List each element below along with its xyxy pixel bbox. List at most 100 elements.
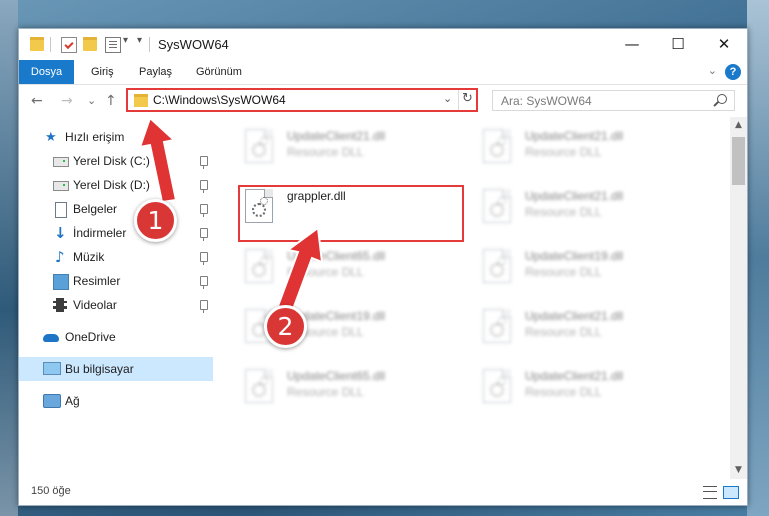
properties-check-icon[interactable] <box>61 37 77 53</box>
file-tile[interactable]: UpdateClient21.dll Resource DLL <box>469 365 659 409</box>
dll-file-icon <box>245 249 273 283</box>
title-bar: ▾ ▾ SysWOW64 — ☐ ✕ <box>19 29 747 60</box>
file-tile[interactable]: UpdateClient65.dll Resource DLL <box>231 245 421 289</box>
help-icon[interactable]: ? <box>725 64 741 80</box>
file-tile[interactable]: UpdateClient19.dll Resource DLL <box>469 245 659 289</box>
tab-dosya[interactable]: Dosya <box>19 60 74 84</box>
file-tile[interactable]: UpdateClient21.dll Resource DLL <box>469 185 659 229</box>
callout-badge-1: 1 <box>134 199 177 242</box>
search-box[interactable]: Ara: SysWOW64 <box>492 90 735 111</box>
file-name: UpdateClient21.dll <box>525 189 624 203</box>
navigation-bar: ← → ⌄ ↑ C:\Windows\SysWOW64 ⌄ ↻ Ara: Sys… <box>19 85 747 117</box>
pin-icon[interactable] <box>200 180 208 193</box>
sidebar-item-label: İndirmeler <box>73 226 127 240</box>
pin-icon[interactable] <box>200 300 208 313</box>
file-name: UpdateClient65.dll <box>287 249 386 263</box>
pin-icon[interactable] <box>200 276 208 289</box>
file-tile[interactable]: UpdateClient21.dll Resource DLL <box>231 125 421 169</box>
sidebar-item-label: Ağ <box>65 394 80 408</box>
documents-icon <box>55 202 67 218</box>
item-count: 150 öğe <box>31 485 71 497</box>
sidebar-item-label: Bu bilgisayar <box>65 362 134 376</box>
file-type: Resource DLL <box>287 145 364 159</box>
sidebar-item-pictures[interactable]: Resimler <box>19 269 213 293</box>
network-icon <box>43 394 61 408</box>
sidebar-item-local-disk-d[interactable]: Yerel Disk (D:) <box>19 173 213 197</box>
pin-icon[interactable] <box>200 228 208 241</box>
downloads-icon: ↓ <box>54 224 67 242</box>
title-separator <box>149 37 150 52</box>
sidebar-item-this-pc[interactable]: Bu bilgisayar <box>19 357 213 381</box>
new-folder-icon[interactable] <box>83 37 97 51</box>
search-placeholder[interactable]: Ara: SysWOW64 <box>501 94 592 108</box>
sidebar-item-onedrive[interactable]: OneDrive <box>19 325 213 349</box>
file-tile[interactable]: UpdateClient19.dll Resource DLL <box>231 305 421 349</box>
desktop-background-left <box>0 0 18 516</box>
file-type: Resource DLL <box>525 145 602 159</box>
sidebar-item-documents[interactable]: Belgeler <box>19 197 213 221</box>
address-dropdown-icon[interactable]: ⌄ <box>443 92 452 105</box>
dll-file-icon <box>483 369 511 403</box>
file-list: UpdateClient21.dll Resource DLL UpdateCl… <box>231 117 729 473</box>
tab-paylas[interactable]: Paylaş <box>139 60 172 84</box>
rename-icon[interactable] <box>105 37 121 53</box>
dll-file-icon <box>483 129 511 163</box>
search-icon[interactable] <box>717 94 727 104</box>
sidebar-item-videos[interactable]: Videolar <box>19 293 213 317</box>
scroll-down-icon[interactable]: ▼ <box>730 462 747 479</box>
maximize-button[interactable]: ☐ <box>655 29 701 59</box>
tiles-view-icon[interactable] <box>723 486 739 499</box>
close-button[interactable]: ✕ <box>701 29 747 59</box>
sidebar-item-network[interactable]: Ağ <box>19 389 213 413</box>
sidebar-item-local-disk-c[interactable]: Yerel Disk (C:) <box>19 149 213 173</box>
sidebar-item-music[interactable]: ♪ Müzik <box>19 245 213 269</box>
desktop-background-right <box>747 0 769 516</box>
file-tile[interactable]: UpdateClient21.dll Resource DLL <box>469 125 659 169</box>
vertical-scrollbar[interactable]: ▲ ▼ <box>730 117 747 479</box>
file-name: UpdateClient21.dll <box>287 129 386 143</box>
scroll-thumb[interactable] <box>732 137 745 185</box>
minimize-button[interactable]: — <box>609 29 655 59</box>
onedrive-icon <box>43 334 59 342</box>
address-path[interactable]: C:\Windows\SysWOW64 <box>153 93 286 107</box>
folder-icon <box>134 94 148 107</box>
file-type: Resource DLL <box>525 325 602 339</box>
file-type: Resource DLL <box>287 385 364 399</box>
back-arrow-icon[interactable]: ← <box>31 91 43 111</box>
pin-icon[interactable] <box>200 204 208 217</box>
quick-access-dropdown-icon[interactable]: ▾ <box>123 35 128 46</box>
refresh-icon[interactable]: ↻ <box>462 91 473 106</box>
pin-icon[interactable] <box>200 252 208 265</box>
file-tile[interactable]: UpdateClient21.dll Resource DLL <box>469 305 659 349</box>
sidebar-item-label: Yerel Disk (D:) <box>73 178 150 192</box>
address-separator <box>458 90 459 110</box>
tab-giris[interactable]: Giriş <box>91 60 114 84</box>
file-name: UpdateClient21.dll <box>525 129 624 143</box>
expand-ribbon-icon[interactable]: ⌄ <box>708 64 717 77</box>
this-pc-icon <box>43 362 61 375</box>
address-bar[interactable]: C:\Windows\SysWOW64 ⌄ ↻ <box>126 88 478 112</box>
customize-toolbar-icon[interactable]: ▾ <box>137 35 142 46</box>
drive-icon <box>53 157 69 167</box>
file-type: Resource DLL <box>525 385 602 399</box>
file-tile[interactable]: UpdateClient65.dll Resource DLL <box>231 365 421 409</box>
sidebar-item-quick-access[interactable]: ★ Hızlı erişim <box>19 125 213 149</box>
tab-gorunum[interactable]: Görünüm <box>196 60 242 84</box>
sidebar-item-label: Videolar <box>73 298 117 312</box>
star-icon: ★ <box>45 129 57 144</box>
details-view-icon[interactable] <box>703 486 717 499</box>
file-name: UpdateClient21.dll <box>525 369 624 383</box>
pin-icon[interactable] <box>200 156 208 169</box>
sidebar-item-downloads[interactable]: ↓ İndirmeler <box>19 221 213 245</box>
folder-icon <box>30 37 44 51</box>
highlight-box <box>238 185 464 242</box>
file-type: Resource DLL <box>525 265 602 279</box>
forward-arrow-icon[interactable]: → <box>61 91 73 111</box>
callout-badge-2: 2 <box>264 305 307 348</box>
up-arrow-icon[interactable]: ↑ <box>105 91 117 111</box>
sidebar-item-label: Resimler <box>73 274 121 288</box>
dll-file-icon <box>245 369 273 403</box>
quick-access-separator <box>50 37 51 52</box>
scroll-up-icon[interactable]: ▲ <box>730 117 747 134</box>
recent-locations-icon[interactable]: ⌄ <box>87 91 96 111</box>
